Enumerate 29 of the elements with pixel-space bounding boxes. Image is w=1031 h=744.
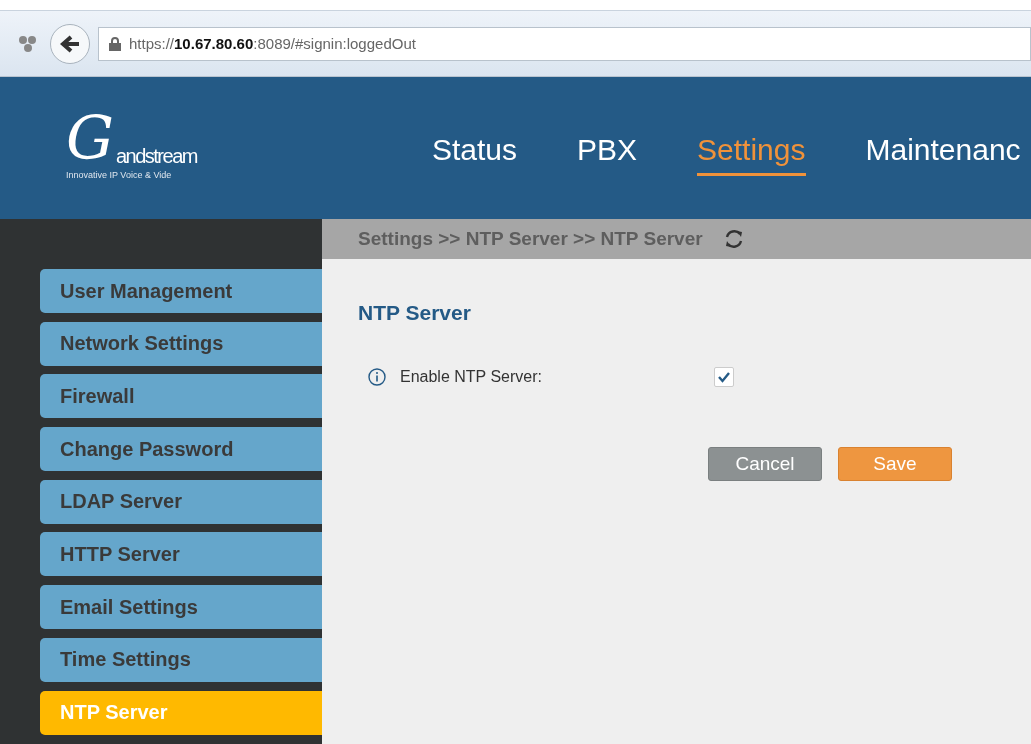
- section-title: NTP Server: [358, 301, 472, 325]
- logo-wordmark: andstream: [115, 145, 197, 168]
- sidebar-item[interactable]: Firewall: [40, 374, 322, 419]
- back-button[interactable]: [50, 23, 90, 64]
- logo-tagline: Innovative IP Voice & Vide: [66, 170, 172, 180]
- nav-tab[interactable]: Maintenanc: [865, 132, 1021, 176]
- checkbox[interactable]: [714, 367, 734, 387]
- sidebar-item[interactable]: Network Settings: [40, 321, 322, 366]
- breadcrumb: Settings >> NTP Server >> NTP Server: [358, 228, 703, 250]
- cluster-icon[interactable]: [18, 34, 38, 53]
- sidebar-item[interactable]: Time Settings: [40, 637, 322, 682]
- nav-tab[interactable]: Settings: [697, 132, 806, 176]
- lock-icon: [109, 36, 121, 51]
- info-icon[interactable]: [368, 368, 386, 386]
- url-text: https://10.67.80.60:8089/#signin:loggedOut: [129, 35, 416, 52]
- sidebar-item[interactable]: Change Password: [40, 427, 322, 472]
- address-bar[interactable]: https://10.67.80.60:8089/#signin:loggedOut: [98, 26, 1031, 61]
- field-label: Enable NTP Server:: [400, 368, 543, 386]
- sidebar-item[interactable]: HTTP Server: [40, 532, 322, 577]
- checkmark-icon: [717, 371, 731, 383]
- nav-tab[interactable]: Status: [432, 132, 518, 176]
- back-arrow-icon: [60, 34, 80, 53]
- save-button[interactable]: Save: [838, 447, 952, 481]
- sidebar-item[interactable]: LDAP Server: [40, 479, 322, 524]
- sidebar-item[interactable]: User Management: [40, 269, 322, 313]
- cancel-button[interactable]: Cancel: [708, 447, 822, 481]
- logo-letter: G: [66, 108, 114, 168]
- nav-tab[interactable]: PBX: [577, 132, 638, 176]
- sidebar-item[interactable]: Email Settings: [40, 585, 322, 630]
